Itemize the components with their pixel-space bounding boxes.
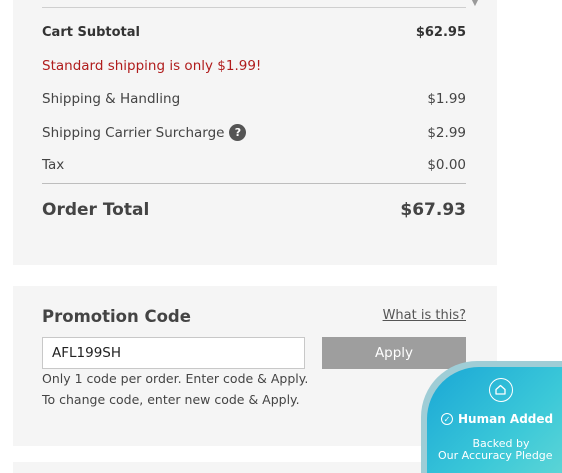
- order-total-value: $67.93: [400, 200, 466, 220]
- what-is-this-link[interactable]: What is this?: [383, 308, 466, 323]
- carrier-surcharge-row: Shipping Carrier Surcharge ? $2.99: [42, 124, 466, 141]
- tax-row: Tax $0.00: [42, 157, 466, 173]
- carrier-surcharge-value: $2.99: [427, 124, 466, 141]
- shipping-handling-label: Shipping & Handling: [42, 91, 181, 107]
- checkout-page: ▼ Cart Subtotal $62.95 Standard shipping…: [0, 0, 562, 473]
- check-circle-icon: ✓: [441, 413, 453, 425]
- shipping-handling-value: $1.99: [427, 91, 466, 107]
- total-divider: [42, 183, 466, 184]
- badge-title-wrap: ✓ Human Added: [441, 412, 553, 426]
- order-total-label: Order Total: [42, 200, 150, 220]
- carrier-surcharge-label: Shipping Carrier Surcharge: [42, 124, 225, 141]
- cart-subtotal-row: Cart Subtotal $62.95: [42, 25, 466, 40]
- promotion-code-input[interactable]: [42, 337, 305, 369]
- house-logo-icon: [489, 378, 513, 402]
- badge-subtitle-line-2: Our Accuracy Pledge: [438, 449, 553, 462]
- tax-value: $0.00: [427, 157, 466, 173]
- badge-body: ✓ Human Added Backed by Our Accuracy Ple…: [427, 367, 562, 473]
- human-added-badge[interactable]: ✓ Human Added Backed by Our Accuracy Ple…: [421, 361, 562, 473]
- promotion-hint-line-1: Only 1 code per order. Enter code & Appl…: [42, 371, 309, 386]
- badge-title: Human Added: [458, 412, 554, 426]
- divider: [42, 7, 466, 8]
- scroll-down-arrow-icon[interactable]: ▼: [470, 0, 480, 8]
- shipping-promo-message: Standard shipping is only $1.99!: [42, 58, 262, 74]
- shipping-handling-row: Shipping & Handling $1.99: [42, 91, 466, 107]
- order-total-row: Order Total $67.93: [42, 200, 466, 220]
- promotion-hint-line-2: To change code, enter new code & Apply.: [42, 392, 300, 407]
- tax-label: Tax: [42, 157, 65, 173]
- cart-subtotal-value: $62.95: [415, 25, 466, 40]
- carrier-surcharge-label-wrap: Shipping Carrier Surcharge ?: [42, 124, 247, 141]
- cart-subtotal-label: Cart Subtotal: [42, 25, 140, 40]
- help-icon[interactable]: ?: [229, 124, 247, 141]
- apply-button[interactable]: Apply: [322, 337, 466, 369]
- promotion-code-title: Promotion Code: [42, 307, 191, 326]
